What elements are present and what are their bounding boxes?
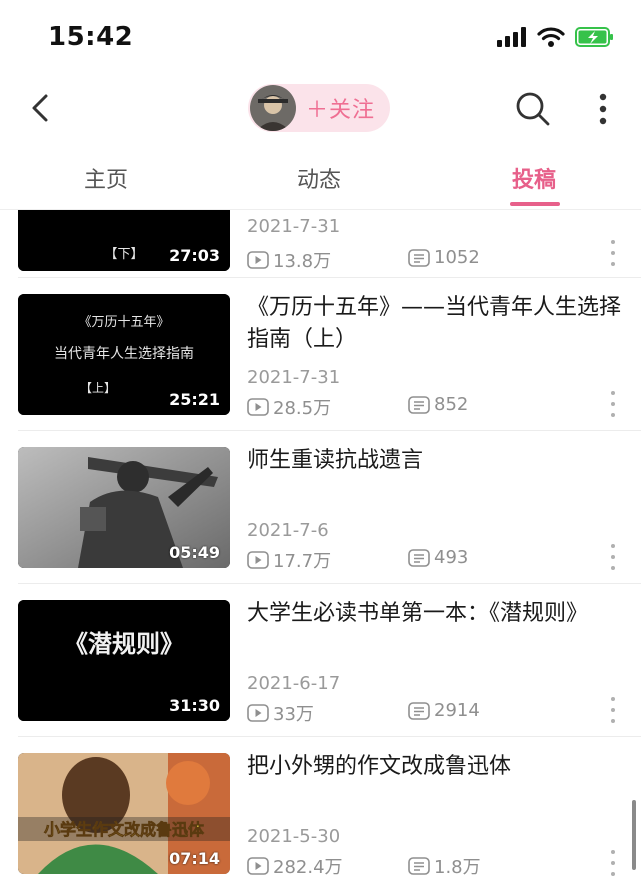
thumbnail-caption: 《万历十五年》 bbox=[78, 315, 169, 330]
play-count-icon bbox=[247, 704, 269, 722]
danmaku-count: 1.8万 bbox=[408, 853, 481, 879]
video-more-button[interactable] bbox=[608, 391, 618, 417]
thumbnail-caption: 小学生作文改成鲁迅体 bbox=[44, 820, 205, 839]
video-title[interactable]: 大学生必读书单第一本：《潜规则》 bbox=[247, 598, 622, 630]
video-item[interactable]: 【下】 27:03 2021-7-31 13.8万 1052 bbox=[0, 210, 641, 278]
view-count: 13.8万 bbox=[247, 247, 331, 273]
danmaku-icon bbox=[408, 248, 430, 267]
view-count: 282.4万 bbox=[247, 853, 343, 879]
video-list[interactable]: 【下】 27:03 2021-7-31 13.8万 1052 《万历十五年》 当… bbox=[0, 210, 641, 885]
tab-bar: 主页 动态 投稿 bbox=[0, 146, 641, 210]
video-date: 2021-7-31 bbox=[247, 216, 341, 237]
tab-home[interactable]: 主页 bbox=[84, 162, 128, 194]
more-options-button[interactable] bbox=[590, 90, 616, 128]
danmaku-icon bbox=[408, 395, 430, 414]
danmaku-icon bbox=[408, 701, 430, 720]
thumbnail-caption: 【下】 bbox=[104, 247, 143, 262]
danmaku-count: 493 bbox=[408, 547, 468, 568]
video-thumbnail[interactable]: 小学生作文改成鲁迅体 07:14 bbox=[18, 753, 230, 874]
video-title[interactable]: 《万历十五年》——当代青年人生选择指南（上） bbox=[247, 292, 622, 356]
video-thumbnail[interactable]: 《万历十五年》 当代青年人生选择指南 【上】 25:21 bbox=[18, 294, 230, 415]
view-count-text: 33万 bbox=[273, 704, 314, 725]
video-title[interactable]: 师生重读抗战遗言 bbox=[247, 445, 622, 477]
view-count: 28.5万 bbox=[247, 394, 331, 420]
battery-charging-icon bbox=[575, 27, 613, 47]
danmaku-icon bbox=[408, 857, 430, 875]
view-count: 17.7万 bbox=[247, 547, 331, 573]
chevron-left-icon bbox=[32, 94, 48, 122]
video-duration: 05:49 bbox=[169, 543, 220, 562]
video-thumbnail[interactable]: 【下】 27:03 bbox=[18, 210, 230, 271]
view-count-text: 28.5万 bbox=[273, 398, 332, 419]
video-item[interactable]: 《潜规则》 31:30 大学生必读书单第一本：《潜规则》 2021-6-17 3… bbox=[0, 584, 641, 737]
video-date: 2021-7-6 bbox=[247, 520, 329, 541]
danmaku-count-text: 493 bbox=[434, 547, 469, 568]
video-duration: 07:14 bbox=[169, 849, 220, 868]
play-count-icon bbox=[247, 251, 269, 269]
video-date: 2021-7-31 bbox=[247, 367, 341, 388]
follow-button[interactable]: ＋关注 bbox=[248, 84, 390, 132]
back-button[interactable] bbox=[22, 90, 58, 126]
play-count-icon bbox=[247, 551, 269, 569]
video-duration: 25:21 bbox=[169, 390, 220, 409]
video-more-button[interactable] bbox=[608, 697, 618, 723]
video-thumbnail[interactable]: 《潜规则》 31:30 bbox=[18, 600, 230, 721]
signal-icon bbox=[497, 27, 526, 47]
danmaku-count: 2914 bbox=[408, 700, 480, 721]
video-date: 2021-6-17 bbox=[247, 673, 341, 694]
danmaku-count-text: 2914 bbox=[434, 700, 480, 721]
wifi-icon bbox=[537, 27, 565, 47]
video-more-button[interactable] bbox=[608, 850, 618, 876]
danmaku-count-text: 1052 bbox=[434, 247, 480, 268]
video-duration: 31:30 bbox=[169, 696, 220, 715]
video-thumbnail[interactable]: 05:49 bbox=[18, 447, 230, 568]
thumbnail-caption: 当代青年人生选择指南 bbox=[54, 346, 194, 362]
video-title[interactable]: 把小外甥的作文改成鲁迅体 bbox=[247, 751, 622, 783]
scrollbar[interactable] bbox=[632, 800, 636, 870]
view-count: 33万 bbox=[247, 700, 314, 726]
active-tab-indicator bbox=[510, 202, 560, 206]
view-count-text: 282.4万 bbox=[273, 857, 343, 878]
video-item[interactable]: 《万历十五年》 当代青年人生选择指南 【上】 25:21 《万历十五年》——当代… bbox=[0, 278, 641, 431]
thumbnail-caption: 《潜规则》 bbox=[64, 629, 184, 658]
search-icon bbox=[516, 92, 550, 126]
search-button[interactable] bbox=[514, 90, 552, 128]
video-more-button[interactable] bbox=[608, 240, 618, 266]
status-bar: 15:42 bbox=[0, 0, 641, 70]
view-count-text: 13.8万 bbox=[273, 251, 332, 272]
avatar[interactable] bbox=[250, 85, 296, 131]
video-duration: 27:03 bbox=[169, 246, 220, 265]
danmaku-count-text: 852 bbox=[434, 394, 469, 415]
danmaku-count: 852 bbox=[408, 394, 468, 415]
status-icons bbox=[497, 26, 615, 48]
tab-dynamics[interactable]: 动态 bbox=[297, 162, 341, 194]
play-count-icon bbox=[247, 857, 269, 875]
follow-label: ＋关注 bbox=[306, 98, 376, 123]
view-count-text: 17.7万 bbox=[273, 551, 332, 572]
video-more-button[interactable] bbox=[608, 544, 618, 570]
video-item[interactable]: 小学生作文改成鲁迅体 07:14 把小外甥的作文改成鲁迅体 2021-5-30 … bbox=[0, 737, 641, 885]
play-count-icon bbox=[247, 398, 269, 416]
nav-bar: ＋关注 bbox=[0, 70, 641, 146]
danmaku-count: 1052 bbox=[408, 247, 480, 268]
danmaku-count-text: 1.8万 bbox=[434, 857, 481, 878]
status-time: 15:42 bbox=[48, 22, 134, 52]
thumbnail-caption: 【上】 bbox=[80, 381, 116, 395]
video-item[interactable]: 05:49 师生重读抗战遗言 2021-7-6 17.7万 493 bbox=[0, 431, 641, 584]
video-date: 2021-5-30 bbox=[247, 826, 341, 847]
tab-submissions[interactable]: 投稿 bbox=[512, 162, 556, 194]
more-vertical-icon bbox=[599, 93, 607, 125]
danmaku-icon bbox=[408, 548, 430, 567]
